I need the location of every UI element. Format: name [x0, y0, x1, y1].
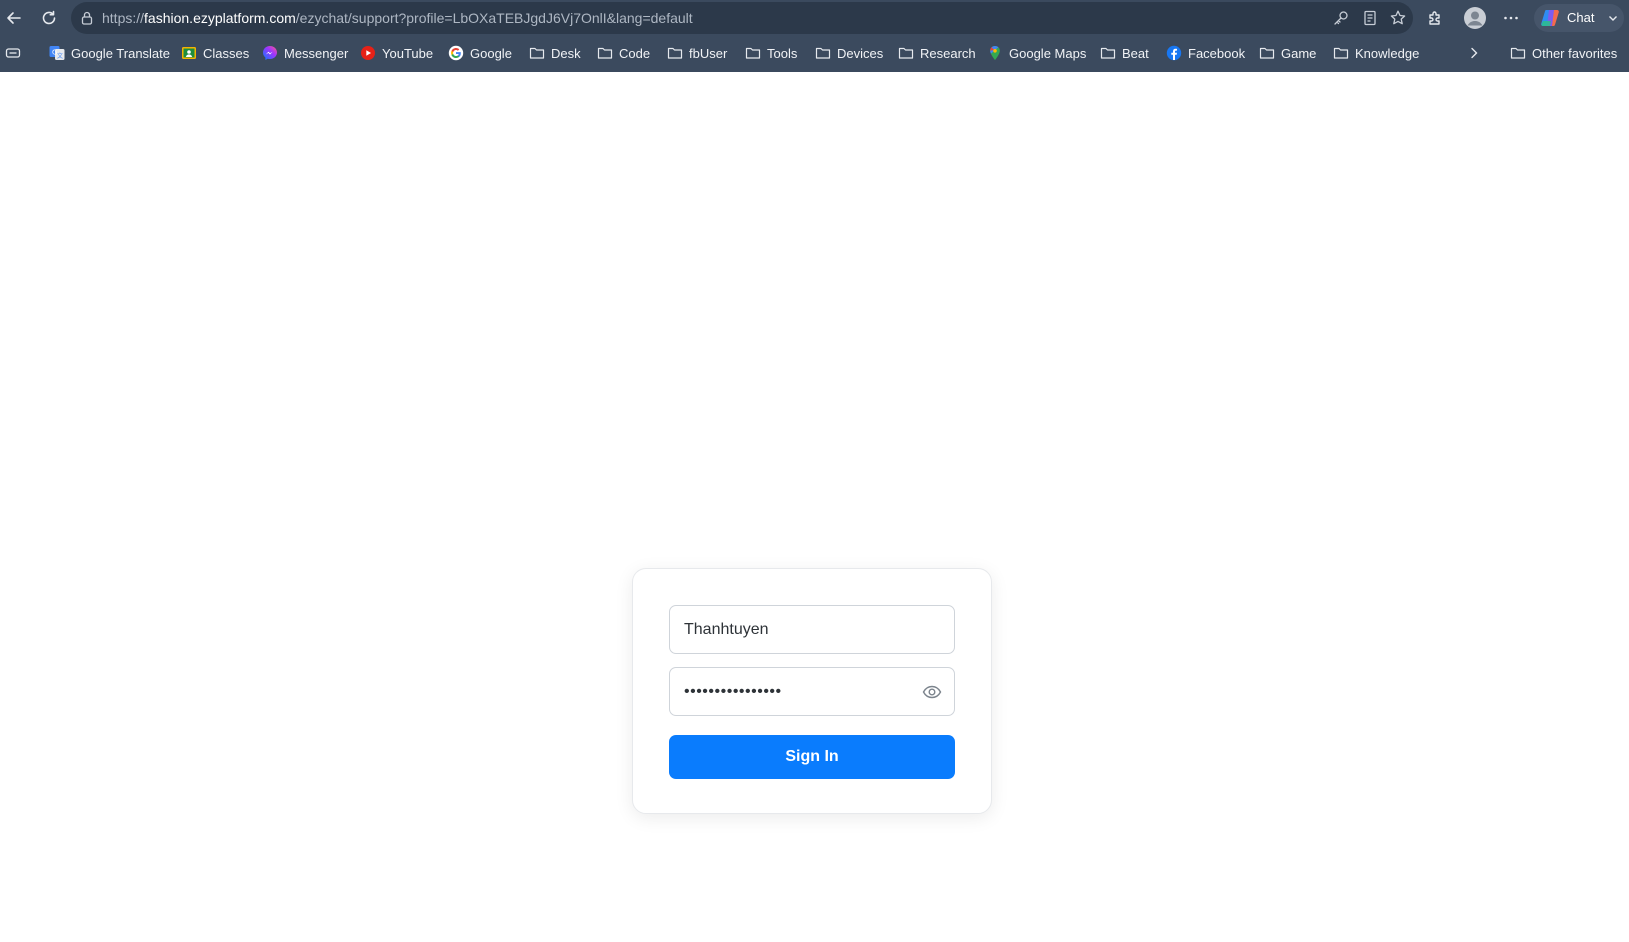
folder-icon [1100, 45, 1116, 61]
extensions-icon[interactable] [1422, 5, 1448, 31]
facebook-icon [1166, 45, 1182, 61]
sign-in-button[interactable]: Sign In [669, 735, 955, 779]
bookmark-desk[interactable]: Desk [529, 43, 581, 63]
google-maps-icon [987, 45, 1003, 61]
google-icon [448, 45, 464, 61]
back-icon[interactable] [1, 5, 27, 31]
password-input[interactable] [684, 668, 924, 715]
copilot-chat-button[interactable]: Chat [1534, 4, 1624, 32]
url-scheme: https:// [102, 10, 145, 26]
lock-icon[interactable] [79, 10, 95, 26]
copilot-icon [1541, 10, 1559, 26]
bookmark-facebook[interactable]: Facebook [1166, 43, 1245, 63]
classes-icon [181, 45, 197, 61]
folder-icon [1510, 45, 1526, 61]
bookmark-youtube[interactable]: YouTube [360, 43, 433, 63]
refresh-icon[interactable] [36, 5, 62, 31]
password-field[interactable] [669, 667, 955, 716]
folder-icon [529, 45, 545, 61]
eye-icon[interactable] [922, 683, 942, 701]
bookmark-devices[interactable]: Devices [815, 43, 883, 63]
folder-icon [1259, 45, 1275, 61]
url-path: /ezychat/support?profile=LbOXaTEBJgdJ6Vj… [295, 10, 693, 26]
bookmark-game[interactable]: Game [1259, 43, 1316, 63]
reading-mode-icon[interactable] [1361, 9, 1379, 27]
bookmark-beat[interactable]: Beat [1100, 43, 1149, 63]
bookmark-label: Knowledge [1355, 45, 1420, 61]
folder-icon [898, 45, 914, 61]
bookmark-label: Beat [1122, 45, 1149, 61]
bookmark-label: Other favorites [1532, 45, 1618, 61]
bookmark-label: Game [1281, 45, 1317, 61]
bookmark-other-favorites[interactable]: Other favorites [1510, 43, 1617, 63]
bookmark-code[interactable]: Code [597, 43, 650, 63]
chat-label: Chat [1567, 10, 1595, 25]
address-bar[interactable]: https://fashion.ezyplatform.com/ezychat/… [71, 2, 1413, 34]
bookmark-label: fbUser [689, 45, 728, 61]
browser-chrome: https://fashion.ezyplatform.com/ezychat/… [0, 0, 1629, 72]
bookmark-label: Google Maps [1009, 45, 1087, 61]
bookmark-label: Classes [203, 45, 250, 61]
bookmark-label: Tools [767, 45, 798, 61]
login-card: Sign In [632, 568, 992, 814]
bookmarks-menu-icon[interactable] [5, 43, 21, 63]
bookmark-research[interactable]: Research [898, 43, 976, 63]
chevron-down-icon[interactable] [1607, 12, 1619, 24]
bookmark-label: Google [470, 45, 512, 61]
bookmark-label: Facebook [1188, 45, 1246, 61]
profile-icon[interactable] [1462, 5, 1488, 31]
bookmark-label: Google Translate [71, 45, 171, 61]
url-text[interactable]: https://fashion.ezyplatform.com/ezychat/… [102, 10, 693, 26]
username-input[interactable] [684, 606, 924, 653]
svg-text:文: 文 [57, 52, 63, 60]
messenger-icon [262, 45, 278, 61]
youtube-icon [360, 45, 376, 61]
google-translate-icon: G 文 [49, 45, 65, 61]
folder-icon [597, 45, 613, 61]
browser-toolbar: https://fashion.ezyplatform.com/ezychat/… [0, 0, 1629, 36]
folder-icon [667, 45, 683, 61]
bookmark-google-translate[interactable]: G 文 Google Translate [49, 43, 170, 63]
page-content: Sign In [0, 72, 1629, 942]
bookmark-google-maps[interactable]: Google Maps [987, 43, 1086, 63]
bookmark-tools[interactable]: Tools [745, 43, 797, 63]
bookmarks-bar: G 文 Google Translate Classes Messenger Y… [0, 38, 1629, 68]
bookmark-google[interactable]: Google [448, 43, 512, 63]
key-icon[interactable] [1332, 9, 1350, 27]
bookmark-knowledge[interactable]: Knowledge [1333, 43, 1419, 63]
bookmark-label: Code [619, 45, 651, 61]
username-field[interactable] [669, 605, 955, 654]
bookmark-classes[interactable]: Classes [181, 43, 249, 63]
bookmark-label: Research [920, 45, 976, 61]
bookmarks-overflow-chevron-right-icon[interactable] [1466, 43, 1482, 63]
star-icon[interactable] [1389, 9, 1407, 27]
folder-icon [1333, 45, 1349, 61]
url-host: fashion.ezyplatform.com [144, 10, 296, 26]
folder-icon [815, 45, 831, 61]
bookmark-label: Devices [837, 45, 884, 61]
bookmark-messenger[interactable]: Messenger [262, 43, 348, 63]
bookmark-fbuser[interactable]: fbUser [667, 43, 727, 63]
bookmark-label: YouTube [382, 45, 434, 61]
bookmark-label: Desk [551, 45, 581, 61]
bookmark-label: Messenger [284, 45, 349, 61]
folder-icon [745, 45, 761, 61]
more-icon[interactable] [1498, 5, 1524, 31]
